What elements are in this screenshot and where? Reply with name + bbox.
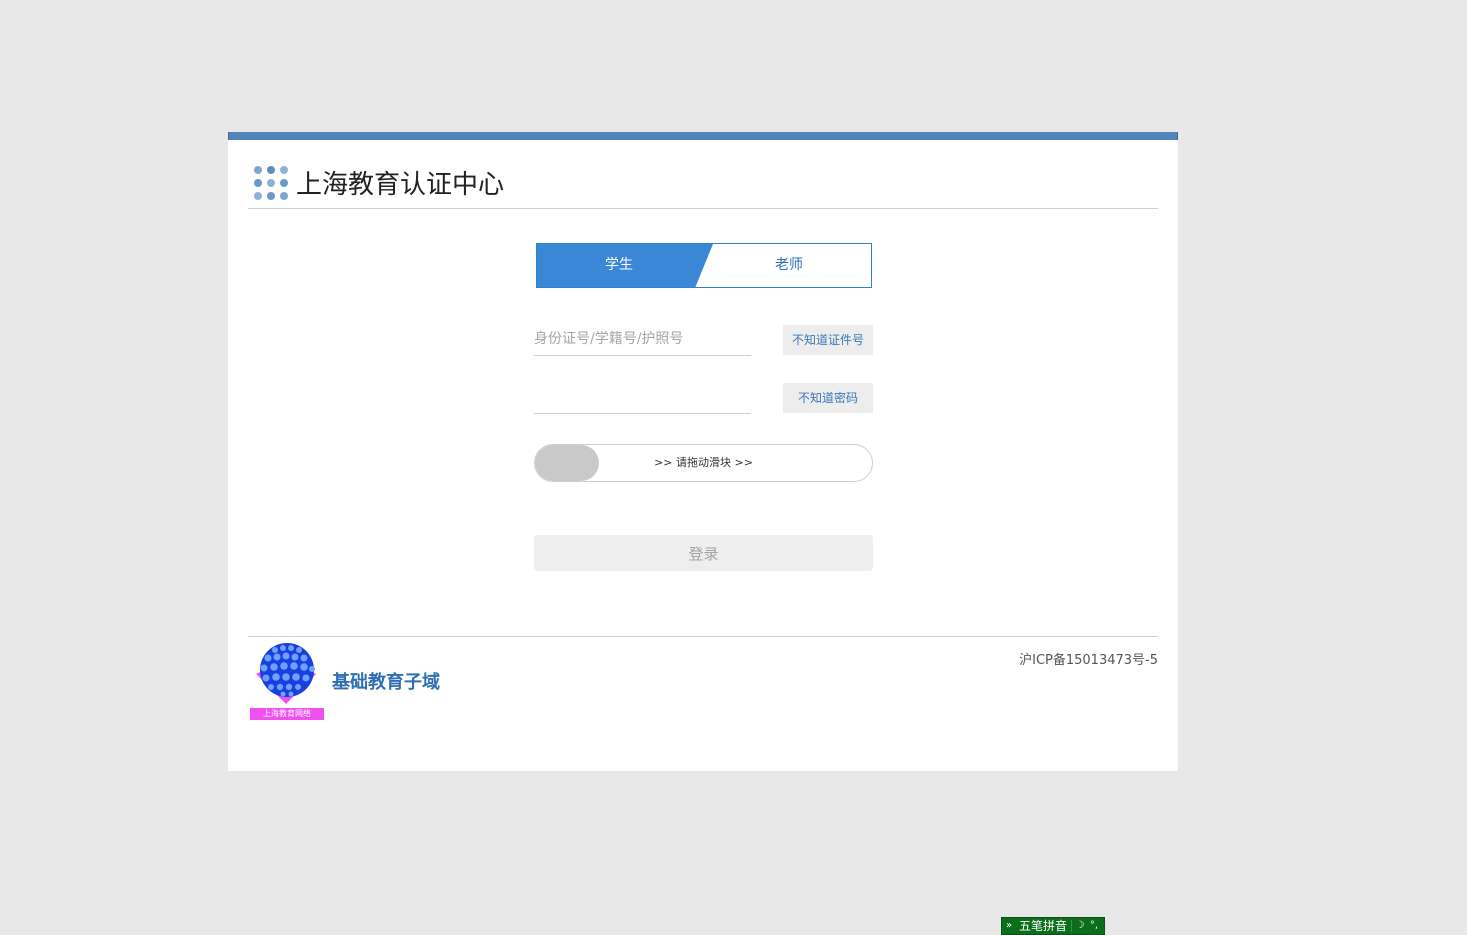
footer-divider (248, 636, 1158, 637)
tab-student[interactable]: 学生 (537, 244, 713, 287)
ime-separator (1071, 920, 1073, 932)
password-input[interactable] (534, 380, 751, 414)
forgot-id-button[interactable]: 不知道证件号 (783, 325, 873, 355)
ime-mode-button[interactable]: 五笔拼音 (1016, 918, 1070, 934)
education-network-logo: 上海教育网络 (250, 642, 324, 722)
moon-icon[interactable]: ☽ (1073, 918, 1087, 934)
subdomain-title: 基础教育子域 (332, 672, 440, 693)
slider-captcha[interactable]: >> 请拖动滑块 >> (534, 444, 873, 482)
role-tabs: 老师 学生 (536, 243, 872, 288)
globe-icon (256, 643, 316, 704)
id-number-input[interactable] (534, 322, 751, 356)
punctuation-icon[interactable]: °, (1087, 918, 1101, 934)
page-title: 上海教育认证中心 (296, 170, 505, 200)
login-button[interactable]: 登录 (534, 535, 873, 571)
login-card: 上海教育认证中心 老师 学生 不知道证件号 不知道密码 >> 请拖动滑块 >> … (228, 132, 1178, 771)
forgot-password-button[interactable]: 不知道密码 (783, 383, 873, 413)
tab-teacher[interactable]: 老师 (707, 244, 871, 287)
dot-grid-icon (254, 166, 290, 202)
icp-record-link[interactable]: 沪ICP备15013473号-5 (1019, 649, 1158, 668)
page-header: 上海教育认证中心 (248, 162, 1158, 209)
ime-toolbar: » 五笔拼音 ☽ °, (1001, 917, 1105, 935)
logo-caption: 上海教育网络 (250, 708, 324, 720)
card-top-bar (228, 132, 1178, 140)
ime-expand-icon[interactable]: » (1002, 918, 1016, 934)
slider-handle[interactable] (535, 445, 599, 481)
